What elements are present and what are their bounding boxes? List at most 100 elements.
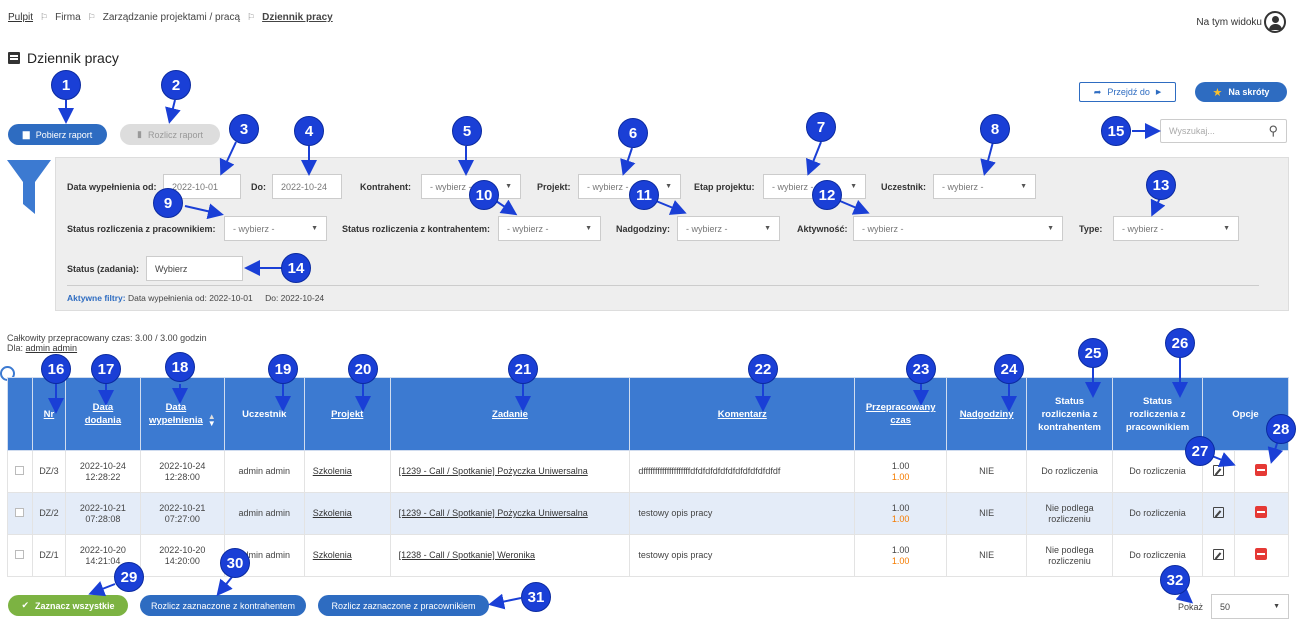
row-checkbox[interactable] xyxy=(15,465,25,475)
activity-select[interactable]: - wybierz - ▼ xyxy=(853,216,1063,241)
total-hours: Całkowity przepracowany czas: 3.00 / 3.0… xyxy=(7,333,207,343)
task-link[interactable]: [1239 - Call / Spotkanie] Pożyczka Uniwe… xyxy=(399,508,588,518)
settle-contractor-button[interactable]: Rozlicz zaznaczone z kontrahentem xyxy=(140,595,306,616)
task-link[interactable]: [1238 - Call / Spotkanie] Weronika xyxy=(399,550,535,560)
cell-hours-worked: 1.00 xyxy=(891,502,910,513)
user-avatar-icon[interactable] xyxy=(1264,11,1286,33)
cell-filled-time: 12:28:00 xyxy=(164,471,200,482)
project-link[interactable]: Szkolenia xyxy=(313,508,352,518)
settle-employee-button[interactable]: Rozlicz zaznaczone z pracownikiem xyxy=(318,595,489,616)
go-to-button[interactable]: ➦ Przejdź do ▶ xyxy=(1079,82,1176,102)
callout-badge: 26 xyxy=(1165,328,1195,358)
col-comment[interactable]: Komentarz xyxy=(629,377,856,451)
row-checkbox[interactable] xyxy=(15,549,25,559)
type-label: Type: xyxy=(1079,224,1103,234)
col-filled-label-2: wypełnienia xyxy=(148,414,203,426)
col-added-label-2: dodania xyxy=(84,415,122,426)
caret-right-icon: ▶ xyxy=(1155,89,1162,96)
breadcrumb-firma[interactable]: Firma xyxy=(55,12,81,23)
cell-filled: 2022-10-24 12:28:00 xyxy=(139,450,225,493)
page-size-select[interactable]: 50 ▼ xyxy=(1211,594,1289,619)
activity-label: Aktywność: xyxy=(797,224,848,234)
col-added[interactable]: Data dodania xyxy=(64,377,141,451)
for-user-link[interactable]: admin admin xyxy=(26,343,78,353)
callout-badge: 22 xyxy=(748,354,778,384)
active-filters-label: Aktywne filtry: xyxy=(67,293,126,303)
cell-filled-time: 07:27:00 xyxy=(164,513,200,524)
col-task-label: Zadanie xyxy=(492,408,528,420)
select-all-button[interactable]: ✔ Zaznacz wszystkie xyxy=(8,595,128,616)
flag-icon: ⚐ xyxy=(87,12,96,22)
col-nr[interactable]: Nr xyxy=(31,377,66,451)
chevron-down-icon: ▼ xyxy=(1047,225,1054,232)
callout-badge: 8 xyxy=(980,114,1010,144)
table-row: DZ/3 2022-10-24 12:28:22 2022-10-24 12:28:… xyxy=(7,450,1290,493)
chevron-down-icon: ▼ xyxy=(505,183,512,190)
delete-icon[interactable] xyxy=(1255,506,1268,518)
breadcrumb-current[interactable]: Dziennik pracy xyxy=(262,12,333,23)
callout-badge: 2 xyxy=(161,70,191,100)
overtime-select[interactable]: - wybierz - ▼ xyxy=(677,216,780,241)
emp-status-select[interactable]: - wybierz - ▼ xyxy=(224,216,327,241)
edit-icon[interactable] xyxy=(1212,464,1224,476)
contr-status-select[interactable]: - wybierz - ▼ xyxy=(498,216,601,241)
type-select[interactable]: - wybierz - ▼ xyxy=(1113,216,1239,241)
breadcrumb-pulpit[interactable]: Pulpit xyxy=(8,12,33,23)
shortcuts-button[interactable]: ★ Na skróty xyxy=(1195,82,1287,102)
star-icon: ★ xyxy=(1212,86,1223,99)
callout-badge: 6 xyxy=(618,118,648,148)
row-checkbox[interactable] xyxy=(15,507,25,517)
callout-badge: 3 xyxy=(229,114,259,144)
col-emp-label-1: Status xyxy=(1143,395,1173,407)
task-link[interactable]: [1239 - Call / Spotkanie] Pożyczka Uniwe… xyxy=(399,466,588,476)
contr-status-value: - wybierz - xyxy=(507,223,549,234)
breadcrumb-project-mgmt[interactable]: Zarządzanie projektami / pracą xyxy=(103,12,240,23)
col-worked[interactable]: Przepracowany czas xyxy=(854,377,948,451)
cell-filled: 2022-10-20 14:20:00 xyxy=(139,534,225,577)
col-task[interactable]: Zadanie xyxy=(389,377,631,451)
callout-badge: 17 xyxy=(91,354,121,384)
date-to-value: 2022-10-24 xyxy=(281,181,328,192)
sort-desc-icon[interactable]: ▲ ▼ xyxy=(208,413,216,428)
edit-icon[interactable] xyxy=(1212,506,1224,518)
cell-edit xyxy=(1202,492,1235,535)
date-to-input[interactable]: 2022-10-24 xyxy=(272,174,342,199)
task-status-select[interactable]: Wybierz xyxy=(146,256,243,281)
col-options-label: Opcje xyxy=(1232,408,1259,420)
chevron-down-icon: ▼ xyxy=(585,225,592,232)
stage-value: - wybierz - xyxy=(772,181,814,192)
col-filled[interactable]: Data wypełnienia ▲ ▼ xyxy=(139,377,225,451)
delete-icon[interactable] xyxy=(1255,464,1268,476)
overtime-label: Nadgodziny: xyxy=(616,224,670,234)
callout-badge: 28 xyxy=(1266,414,1296,444)
edit-icon[interactable] xyxy=(1212,548,1224,560)
callout-badge: 29 xyxy=(114,562,144,592)
col-emp-label-3: pracownikiem xyxy=(1125,421,1190,433)
active-filter-to[interactable]: Do: 2022-10-24 xyxy=(265,293,324,303)
cell-nr: DZ/1 xyxy=(31,534,66,577)
active-filter-from[interactable]: Data wypełnienia od: 2022-10-01 xyxy=(128,293,253,303)
row-select xyxy=(7,492,33,535)
search-input[interactable]: Wyszukaj... ⚲ xyxy=(1160,119,1287,143)
col-project[interactable]: Projekt xyxy=(303,377,391,451)
table-header-row: Nr Data dodania Data wypełnienia ▲ ▼ Uczestn… xyxy=(7,377,1289,451)
cell-task: [1238 - Call / Spotkanie] Weronika xyxy=(389,534,631,577)
cell-filled-date: 2022-10-24 xyxy=(159,460,206,471)
project-link[interactable]: Szkolenia xyxy=(313,466,352,476)
col-overtime[interactable]: Nadgodziny xyxy=(946,377,1028,451)
cell-participant: admin admin xyxy=(223,450,305,493)
contr-status-line-1: Nie podlega xyxy=(1045,544,1094,555)
cell-added-time: 07:28:08 xyxy=(85,513,121,524)
participant-select[interactable]: - wybierz - ▼ xyxy=(933,174,1036,199)
col-project-label: Projekt xyxy=(331,408,364,420)
search-icon[interactable]: ⚲ xyxy=(1268,123,1278,139)
cell-nr: DZ/2 xyxy=(31,492,66,535)
settle-report-button[interactable]: ▮ Rozlicz raport xyxy=(120,124,220,145)
participant-label: Uczestnik: xyxy=(881,182,927,192)
cell-comment: dffffffffffffffffffffdfdfdfdfdfdfdfdfdfd… xyxy=(629,450,856,493)
download-report-button[interactable]: ▆ Pobierz raport xyxy=(8,124,107,145)
delete-icon[interactable] xyxy=(1255,548,1268,560)
document-icon: ▮ xyxy=(137,129,142,139)
project-link[interactable]: Szkolenia xyxy=(313,550,352,560)
filter-funnel-icon xyxy=(7,160,51,214)
